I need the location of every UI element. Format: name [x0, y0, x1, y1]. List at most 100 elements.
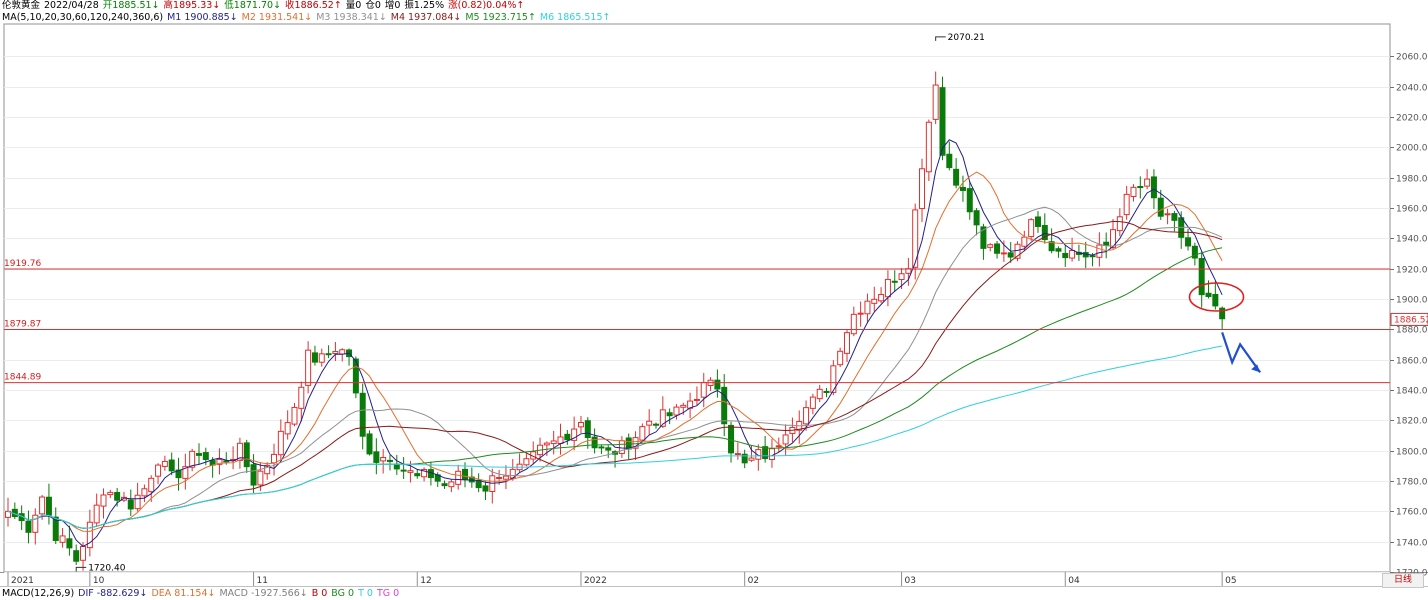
- candle-body: [332, 351, 339, 355]
- candle-body: [339, 349, 346, 355]
- candle-body: [1116, 216, 1123, 232]
- level-label: 1844.89: [4, 373, 41, 383]
- candle-body: [898, 273, 905, 281]
- candle-body: [250, 464, 257, 486]
- quote-field-1: 2022/04/28: [44, 0, 99, 11]
- daily-tab[interactable]: 日线: [1382, 573, 1424, 588]
- y-tick-label: 1920.00: [1396, 266, 1428, 276]
- ma-field-0: MA(5,10,20,30,60,120,240,360,6): [2, 12, 164, 23]
- candle-body: [127, 499, 134, 510]
- macd-field-0: MACD(12,26,9): [2, 588, 75, 599]
- candle-body: [734, 453, 741, 456]
- ma-line-M3: [7, 206, 1223, 529]
- level-label: 1879.87: [4, 320, 41, 330]
- candle-body: [550, 440, 557, 445]
- candle-body: [455, 470, 462, 485]
- candle-body: [155, 464, 162, 477]
- ma-line-M5: [7, 247, 1223, 529]
- candle-body: [202, 452, 209, 460]
- candle-body: [577, 421, 584, 428]
- candle-body: [414, 473, 421, 477]
- y-tick-label: 1840.00: [1396, 387, 1428, 397]
- macd-field-3: MACD -1927.566↓: [219, 588, 308, 599]
- annotation-pointer: [935, 36, 946, 41]
- candle-body: [475, 479, 482, 489]
- candle-body: [462, 468, 469, 480]
- candle-body: [73, 550, 80, 562]
- plot-frame: [3, 23, 1391, 573]
- candle-body: [1157, 197, 1164, 217]
- candle-body: [291, 406, 298, 425]
- candle-body: [1205, 292, 1212, 298]
- ma-field-1: M1 1900.885↓: [167, 12, 238, 23]
- candle-body: [284, 422, 291, 435]
- candle-body: [25, 520, 32, 533]
- price-chart: 1720.001740.001760.001780.001800.001820.…: [0, 23, 1428, 587]
- x-tick-label: 03: [905, 576, 916, 586]
- ma-line-M6: [7, 345, 1223, 529]
- x-tick-label: 04: [1068, 576, 1080, 586]
- candle-body: [543, 442, 550, 446]
- level-label: 1919.76: [4, 259, 41, 269]
- candle-body: [816, 388, 823, 400]
- macd-field-1: DIF -882.629↓: [78, 588, 148, 599]
- candle-body: [93, 504, 100, 524]
- candle-body: [407, 470, 414, 473]
- candle-body: [1123, 193, 1130, 216]
- candle-body: [837, 350, 844, 366]
- ma-line-M1: [7, 139, 1223, 548]
- y-tick-label: 1880.00: [1396, 326, 1428, 336]
- candle-body: [380, 456, 387, 462]
- candle-body: [271, 453, 278, 464]
- y-tick-label: 1940.00: [1396, 235, 1428, 245]
- candle-body: [1185, 237, 1192, 247]
- quote-field-8: 增0: [384, 0, 401, 11]
- x-tick-label: 2022: [584, 576, 607, 586]
- quote-field-3: 高1895.33↓: [163, 0, 221, 11]
- candle-body: [1055, 248, 1062, 252]
- y-tick-label: 1900.00: [1396, 296, 1428, 306]
- candle-body: [803, 407, 810, 425]
- quote-header: 伦敦黄金 2022/04/28 开1885.51↓ 高1895.33↓ 低1871.70…: [2, 0, 528, 12]
- candle-body: [700, 382, 707, 398]
- annotation-pointer: [75, 566, 87, 572]
- candle-body: [168, 459, 175, 472]
- macd-field-6: T 0: [358, 588, 373, 599]
- y-tick-label: 1800.00: [1396, 448, 1428, 458]
- candle-body: [639, 426, 646, 441]
- annotation-label: 1720.40: [88, 563, 125, 573]
- y-tick-label: 1780.00: [1396, 478, 1428, 488]
- candle-body: [871, 298, 878, 304]
- candle-body: [161, 460, 168, 467]
- x-tick-label: 10: [93, 576, 105, 586]
- candle-body: [1130, 186, 1137, 197]
- candle-body: [891, 280, 898, 283]
- candle-body: [107, 491, 114, 496]
- candle-body: [482, 485, 489, 492]
- annotation-label: 2070.21: [948, 33, 985, 43]
- candle-body: [400, 469, 407, 472]
- candle-body: [748, 457, 755, 461]
- candle-body: [939, 87, 946, 156]
- candle-body: [1171, 213, 1178, 221]
- candle-body: [80, 545, 87, 561]
- candle-body: [305, 349, 312, 386]
- quote-field-5: 收1886.52↑: [285, 0, 342, 11]
- ma-field-6: M6 1865.515↑: [539, 12, 611, 23]
- candle-body: [864, 300, 871, 315]
- candle-body: [925, 121, 932, 173]
- candle-body: [66, 538, 73, 549]
- candle-body: [114, 491, 121, 501]
- candle-body: [1062, 252, 1069, 259]
- candle-body: [366, 433, 373, 455]
- y-tick-label: 2020.00: [1396, 114, 1428, 124]
- macd-field-4: B 0: [311, 588, 328, 599]
- macd-legend: MACD(12,26,9) DIF -882.629↓ DEA 81.154↓ MAC…: [2, 588, 403, 600]
- candle-body: [148, 477, 155, 493]
- candle-body: [257, 470, 264, 486]
- candle-body: [100, 494, 107, 507]
- candle-body: [850, 313, 857, 335]
- candle-body: [318, 353, 325, 363]
- candle-body: [919, 168, 926, 210]
- candle-body: [973, 210, 980, 226]
